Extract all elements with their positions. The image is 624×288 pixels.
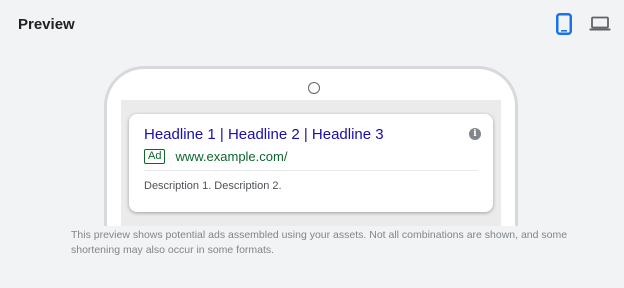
panel-title: Preview [18, 16, 75, 33]
mobile-preview-button[interactable] [550, 12, 578, 40]
mobile-phone-icon [556, 12, 572, 40]
ad-description: Description 1. Description 2. [144, 180, 282, 192]
ad-preview-panel: Preview Headline 1 | Headline 2 | Headli… [0, 0, 624, 288]
divider [144, 170, 478, 171]
laptop-icon [589, 16, 611, 37]
phone-frame: Headline 1 | Headline 2 | Headline 3 i A… [104, 66, 518, 226]
phone-screen: Headline 1 | Headline 2 | Headline 3 i A… [121, 100, 501, 226]
ad-card: Headline 1 | Headline 2 | Headline 3 i A… [129, 114, 493, 212]
display-url: www.example.com/ [175, 149, 288, 164]
camera-icon [308, 82, 320, 94]
preview-disclaimer: This preview shows potential ads assembl… [71, 229, 568, 256]
ad-badge: Ad [144, 149, 166, 164]
ad-url-row: Ad www.example.com/ [144, 149, 287, 164]
ad-headline-link[interactable]: Headline 1 | Headline 2 | Headline 3 [144, 126, 384, 143]
info-icon[interactable]: i [469, 128, 481, 140]
desktop-preview-button[interactable] [586, 12, 614, 40]
